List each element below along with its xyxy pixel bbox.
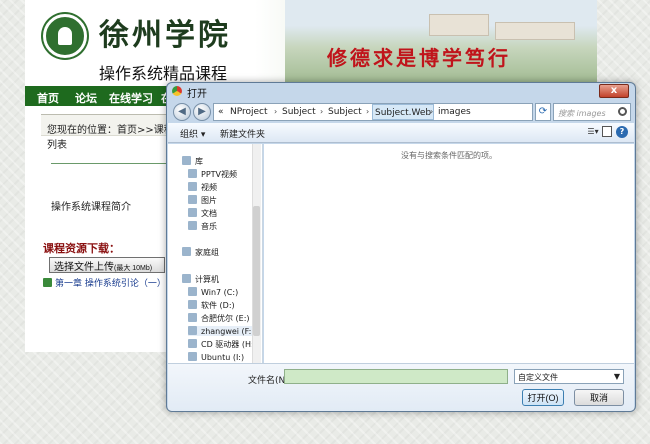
nav-scrollbar-thumb[interactable] bbox=[253, 206, 260, 336]
open-file-dialog: 打开 x ◀ ▶ « NProject › Subject › Subject … bbox=[166, 82, 636, 412]
nav-item-pictures[interactable]: 图片 bbox=[188, 195, 217, 206]
filetype-select[interactable]: 自定义文件 ▼ bbox=[514, 369, 624, 384]
site-banner: 徐州学院 操作系统精品课程 修德求是博学笃行 bbox=[25, 0, 597, 86]
address-overflow[interactable]: « bbox=[218, 107, 224, 117]
download-heading: 课程资源下载： bbox=[43, 242, 120, 255]
address-segment[interactable]: Subject bbox=[282, 107, 316, 117]
back-arrow-icon[interactable]: ◀ bbox=[173, 103, 191, 121]
dialog-title: 打开 bbox=[187, 89, 207, 100]
chevron-right-icon[interactable]: › bbox=[366, 107, 369, 116]
nav-item-drive-h[interactable]: CD 驱动器 (H:) bbox=[188, 339, 257, 350]
computer-icon bbox=[182, 274, 191, 283]
drive-icon bbox=[188, 300, 197, 309]
nav-item-homegroup[interactable]: 家庭组 bbox=[182, 247, 219, 258]
nav-item-drive-e[interactable]: 合肥优尔 (E:) bbox=[188, 313, 250, 324]
search-input[interactable]: 搜索 images bbox=[553, 103, 631, 121]
file-list[interactable]: 没有与搜索条件匹配的项。 bbox=[264, 144, 634, 363]
chrome-icon bbox=[172, 86, 182, 96]
close-button[interactable]: x bbox=[599, 84, 629, 98]
nav-item-documents[interactable]: 文档 bbox=[188, 208, 217, 219]
filename-input[interactable] bbox=[284, 369, 508, 384]
nav-item-drive-d[interactable]: 软件 (D:) bbox=[188, 300, 235, 311]
course-title: 操作系统精品课程 bbox=[99, 64, 228, 83]
help-icon[interactable]: ? bbox=[616, 126, 628, 138]
search-icon bbox=[618, 107, 627, 116]
nav-item-computer[interactable]: 计算机 bbox=[182, 274, 219, 285]
address-segment[interactable]: Subject bbox=[328, 107, 362, 117]
document-icon bbox=[188, 208, 197, 217]
view-options-icon[interactable]: ☰▾ bbox=[584, 127, 602, 139]
nav-item-drive-i[interactable]: Ubuntu (I:) bbox=[188, 352, 244, 362]
forward-arrow-icon[interactable]: ▶ bbox=[193, 103, 211, 121]
organize-button[interactable]: 组织 ▾ bbox=[180, 127, 205, 140]
nav-item-drive-c[interactable]: Win7 (C:) bbox=[188, 287, 238, 297]
course-intro-link[interactable]: 操作系统课程简介 bbox=[51, 198, 131, 213]
library-icon bbox=[182, 156, 191, 165]
address-segment-current[interactable]: Subject.Web bbox=[372, 104, 435, 120]
chevron-right-icon[interactable]: › bbox=[430, 107, 433, 116]
upload-size-hint: (最大 10Mb) bbox=[114, 265, 153, 272]
chevron-down-icon: ▼ bbox=[613, 372, 620, 381]
refresh-icon[interactable]: ⟳ bbox=[535, 103, 551, 121]
filetype-value: 自定义文件 bbox=[518, 373, 558, 382]
nav-item-pptv-video[interactable]: PPTV视频 bbox=[188, 169, 237, 180]
drive-icon bbox=[188, 352, 197, 361]
chapter-label: 第一章 操作系统引论（一） bbox=[55, 279, 166, 289]
nav-item-music[interactable]: 音乐 bbox=[188, 221, 217, 232]
drive-icon bbox=[188, 287, 197, 296]
search-placeholder: 搜索 images bbox=[558, 109, 606, 118]
video-folder-icon bbox=[188, 169, 197, 178]
campus-building bbox=[495, 22, 575, 40]
choose-file-upload-button[interactable]: 选择文件上传(最大 10Mb) bbox=[49, 257, 165, 273]
new-folder-button[interactable]: 新建文件夹 bbox=[220, 127, 265, 140]
video-icon bbox=[188, 182, 197, 191]
nav-item-drive-f[interactable]: zhangwei (F:) bbox=[188, 326, 255, 336]
address-bar[interactable]: « NProject › Subject › Subject › Subject… bbox=[213, 103, 533, 121]
school-logo-icon bbox=[43, 14, 87, 58]
dialog-toolbar: 组织 ▾ 新建文件夹 ☰▾ ? bbox=[168, 123, 634, 143]
upload-label: 选择文件上传 bbox=[54, 262, 114, 273]
nav-item-forum[interactable]: 论坛 bbox=[75, 90, 97, 106]
dialog-titlebar[interactable]: 打开 x bbox=[167, 83, 635, 100]
campus-building bbox=[429, 14, 489, 36]
nav-item-library[interactable]: 库 bbox=[182, 156, 203, 167]
chapter-link[interactable]: 第一章 操作系统引论（一） bbox=[43, 276, 166, 289]
file-icon bbox=[43, 278, 52, 287]
nav-item-video[interactable]: 视频 bbox=[188, 182, 217, 193]
nav-item-home[interactable]: 首页 bbox=[37, 90, 59, 106]
content-divider bbox=[51, 163, 181, 164]
chevron-right-icon[interactable]: › bbox=[274, 107, 277, 116]
empty-message: 没有与搜索条件匹配的项。 bbox=[401, 151, 497, 160]
music-icon bbox=[188, 221, 197, 230]
picture-icon bbox=[188, 195, 197, 204]
preview-pane-icon[interactable] bbox=[602, 126, 612, 137]
navigation-pane: 库 PPTV视频 视频 图片 文档 音乐 家庭组 计算机 Win7 (C:) 软… bbox=[168, 144, 263, 363]
cd-drive-icon bbox=[188, 339, 197, 348]
school-name: 徐州学院 bbox=[99, 18, 231, 53]
breadcrumb: 您现在的位置：首页>>课程列表 bbox=[41, 114, 181, 151]
homegroup-icon bbox=[182, 247, 191, 256]
address-segment[interactable]: NProject bbox=[230, 107, 268, 117]
drive-icon bbox=[188, 313, 197, 322]
cancel-button[interactable]: 取消 bbox=[574, 389, 624, 406]
chevron-right-icon[interactable]: › bbox=[320, 107, 323, 116]
nav-item-online-learning[interactable]: 在线学习 bbox=[109, 90, 153, 106]
address-segment[interactable]: images bbox=[438, 107, 471, 117]
drive-icon bbox=[188, 326, 197, 335]
school-motto: 修德求是博学笃行 bbox=[327, 46, 511, 70]
page-content: 您现在的位置：首页>>课程列表 操作系统课程简介 课程资源下载： 选择文件上传(… bbox=[41, 114, 185, 352]
dialog-footer: 文件名(N): 自定义文件 ▼ 打开(O) 取消 bbox=[168, 363, 634, 411]
open-button[interactable]: 打开(O) bbox=[522, 389, 564, 406]
